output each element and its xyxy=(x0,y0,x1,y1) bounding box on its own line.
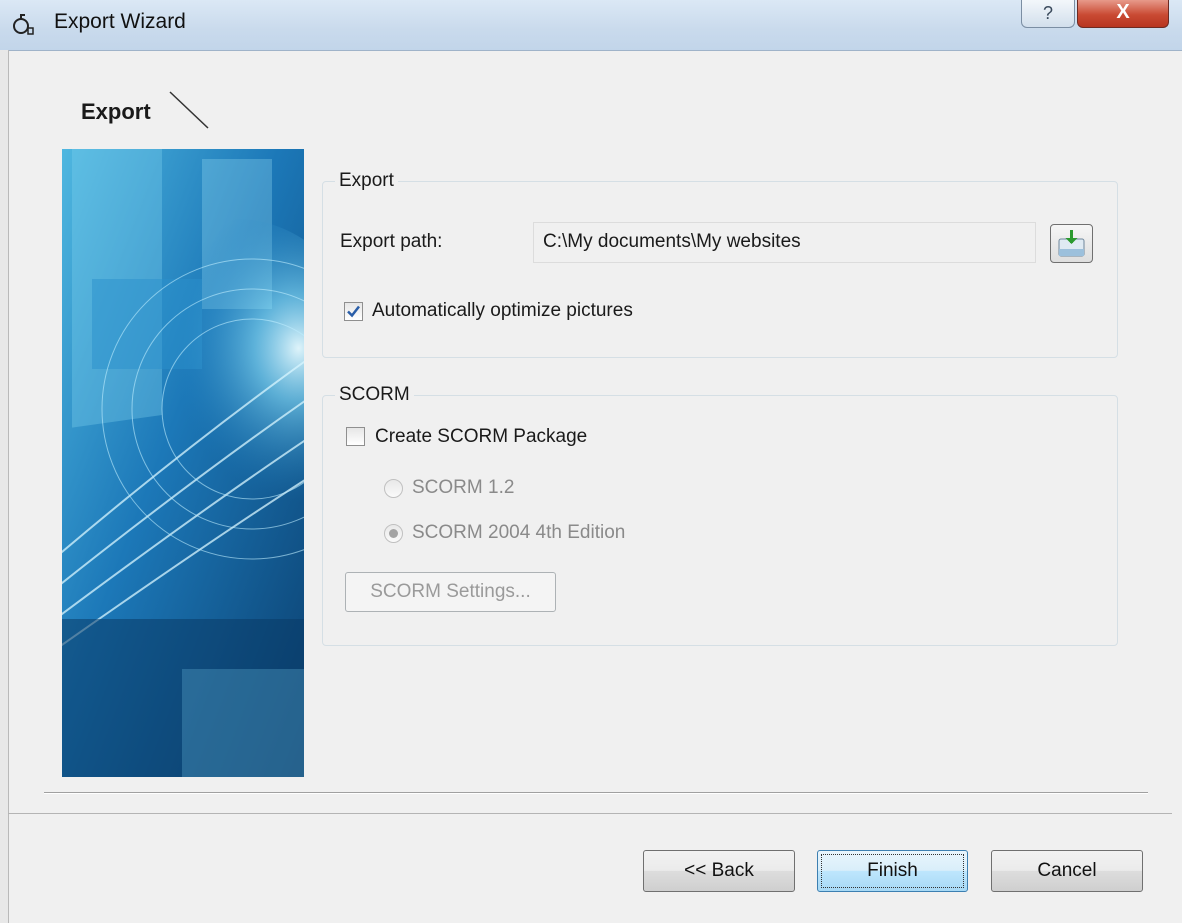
export-group-legend: Export xyxy=(339,170,394,191)
checkmark-icon xyxy=(347,305,360,318)
window-title: Export Wizard xyxy=(54,10,186,33)
title-bar: Export Wizard ? X xyxy=(0,0,1182,51)
finish-button[interactable]: Finish xyxy=(817,850,968,892)
scorm-settings-button[interactable]: SCORM Settings... xyxy=(345,572,556,612)
create-scorm-label: Create SCORM Package xyxy=(375,426,588,447)
scorm-group-legend: SCORM xyxy=(339,384,410,405)
radio-scorm-2004[interactable] xyxy=(384,524,403,543)
optimize-pictures-checkbox[interactable] xyxy=(344,302,363,321)
export-groupbox: Export xyxy=(322,170,1118,358)
page-title: Export xyxy=(81,99,151,124)
create-scorm-checkbox[interactable] xyxy=(346,427,365,446)
back-button[interactable]: << Back xyxy=(643,850,795,892)
radio-scorm-12-label: SCORM 1.2 xyxy=(412,477,515,498)
window-left-border xyxy=(0,50,9,923)
radio-scorm-2004-label: SCORM 2004 4th Edition xyxy=(412,522,626,543)
browse-button[interactable] xyxy=(1050,224,1093,263)
footer-separator xyxy=(44,792,1148,794)
heading-divider-icon xyxy=(169,91,209,129)
footer-separator-lower xyxy=(8,813,1172,814)
close-button[interactable]: X xyxy=(1077,0,1169,28)
optimize-pictures-label: Automatically optimize pictures xyxy=(372,300,633,321)
help-button[interactable]: ? xyxy=(1021,0,1075,28)
cancel-button[interactable]: Cancel xyxy=(991,850,1143,892)
export-path-field[interactable]: C:\My documents\My websites xyxy=(533,222,1036,263)
folder-download-icon xyxy=(1058,230,1085,257)
export-wizard-icon xyxy=(13,14,34,35)
export-path-label: Export path: xyxy=(340,231,443,252)
radio-scorm-12[interactable] xyxy=(384,479,403,498)
finish-focus-ring xyxy=(821,854,964,888)
wizard-banner-image xyxy=(62,149,304,777)
